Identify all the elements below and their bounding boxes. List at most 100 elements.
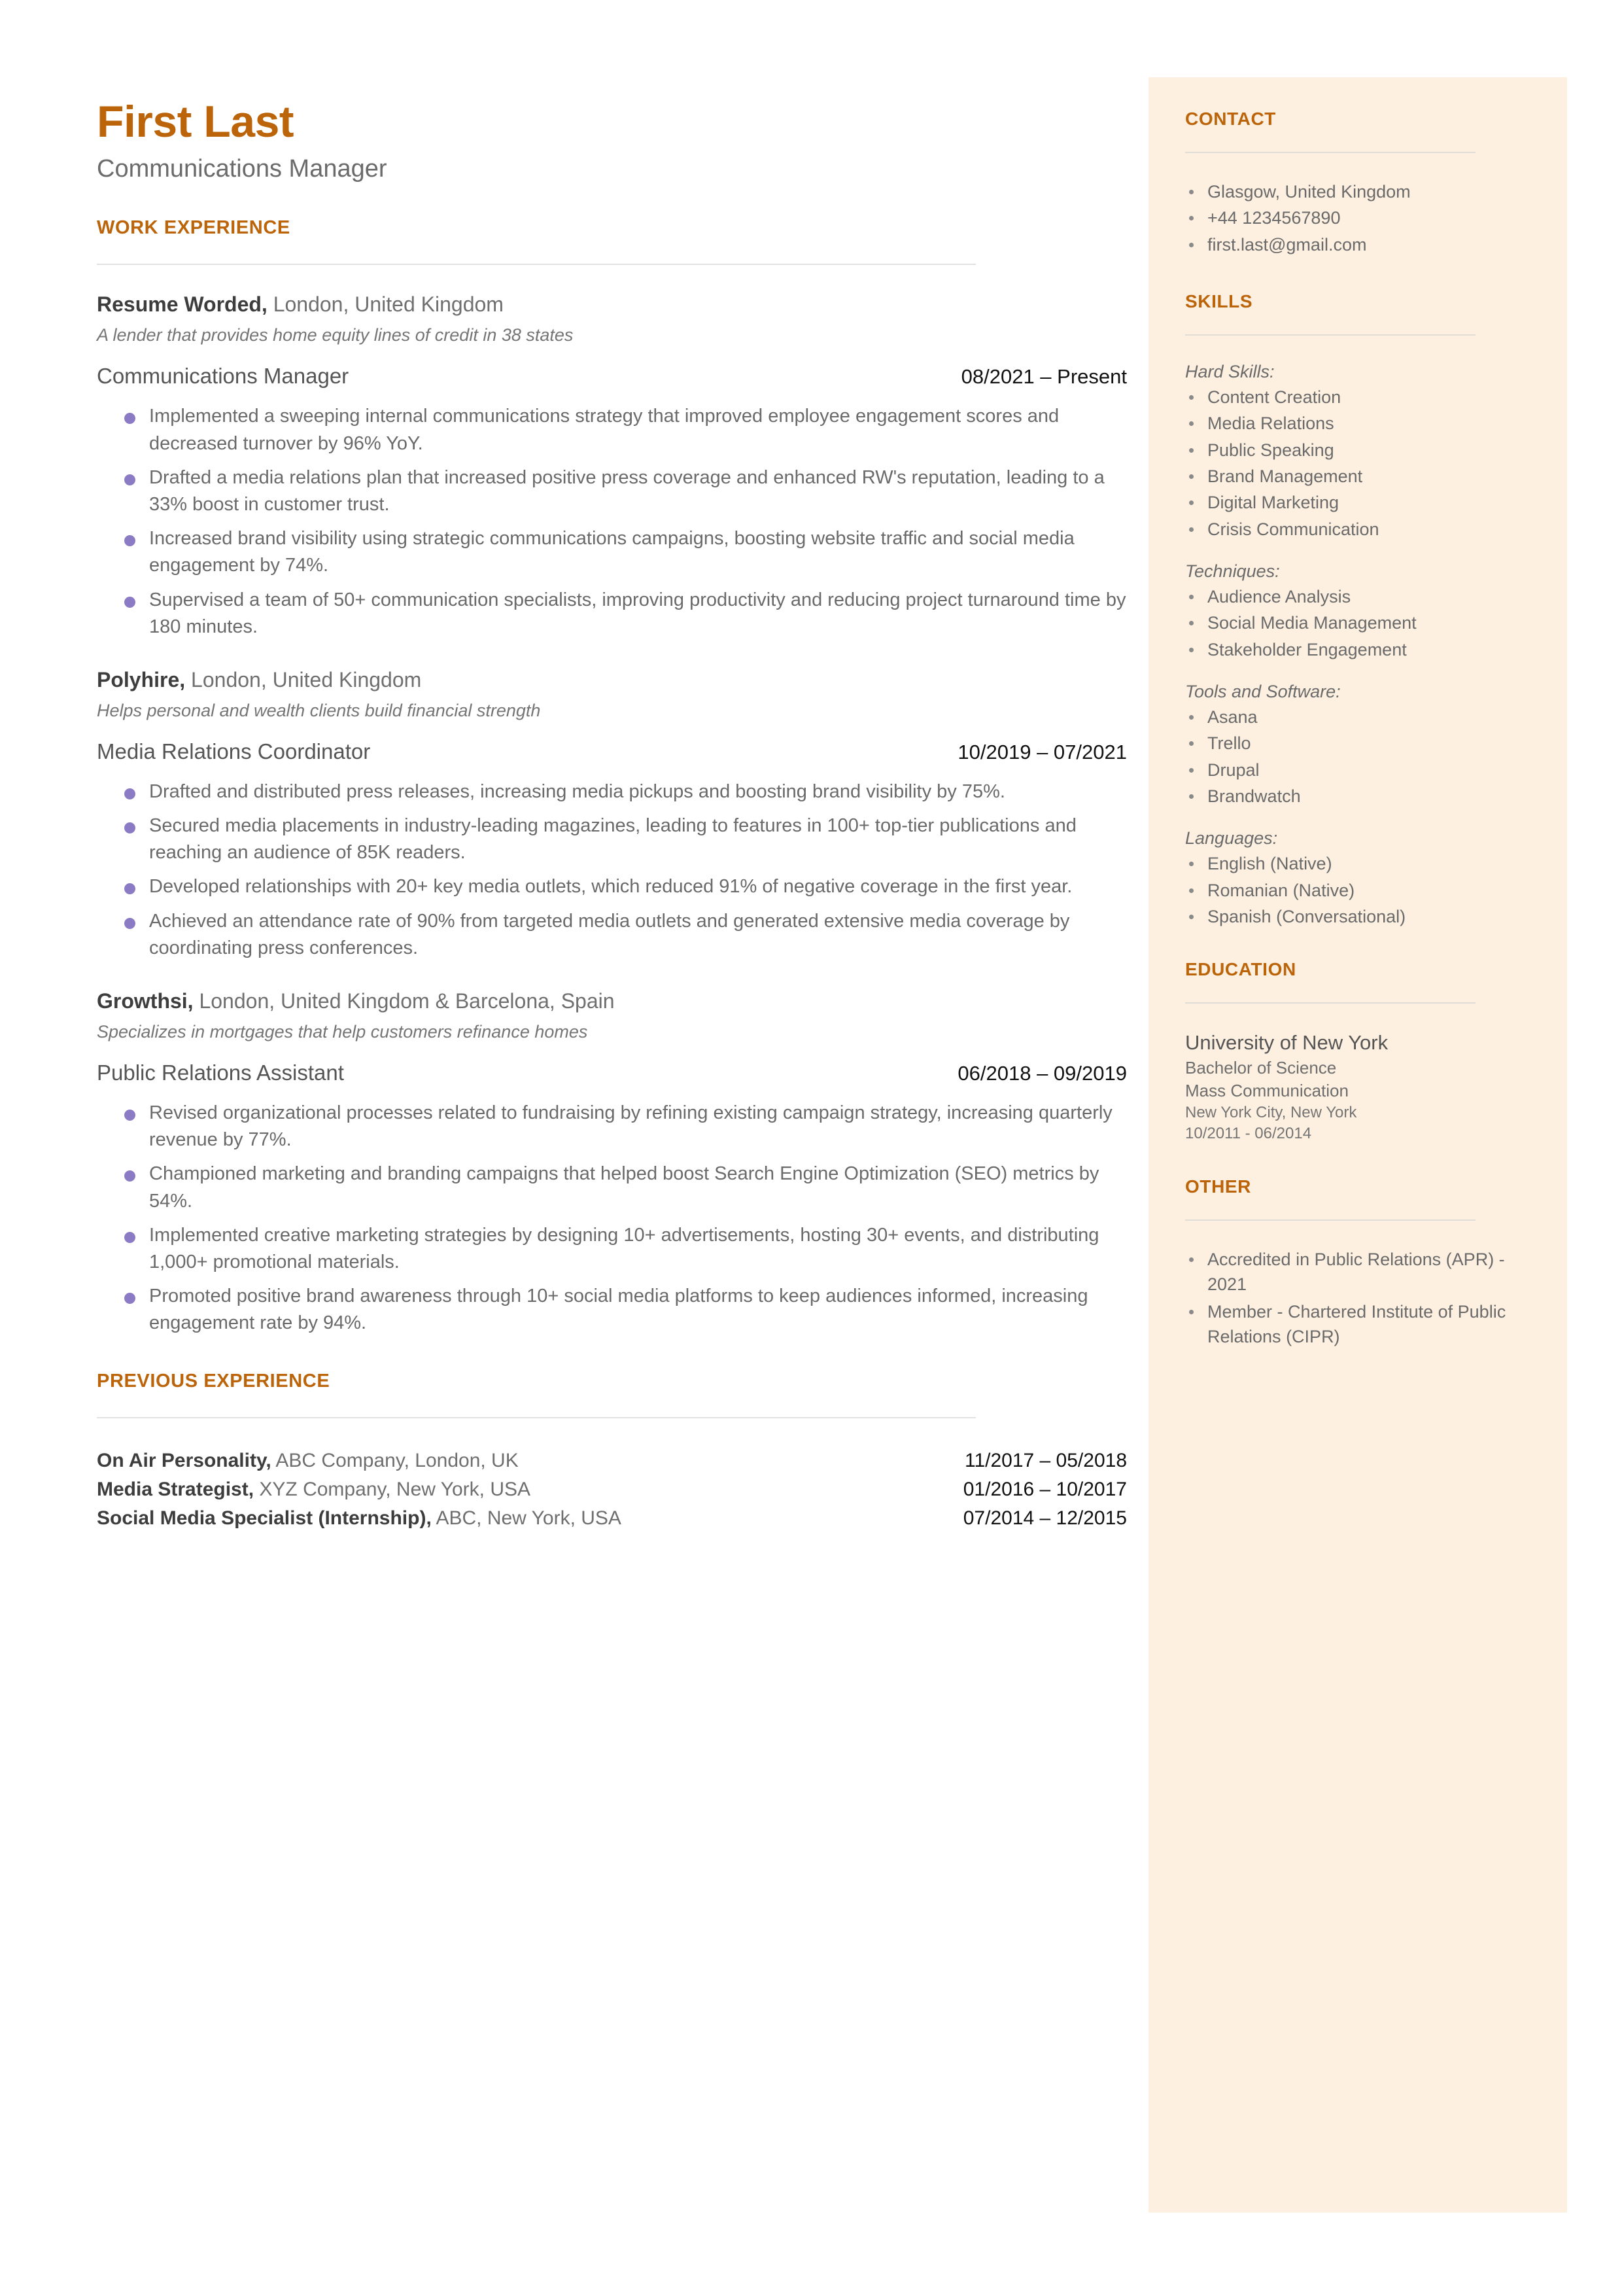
previous-experience-divider	[97, 1417, 976, 1419]
previous-experience-role-line: On Air Personality, ABC Company, London,…	[97, 1450, 519, 1472]
skill-group-techniques: Techniques: Audience Analysis Social Med…	[1185, 561, 1530, 662]
experience-bullet: Increased brand visibility using strateg…	[97, 525, 1127, 579]
skill-item: English (Native)	[1185, 851, 1530, 876]
skill-item: Drupal	[1185, 758, 1530, 782]
experience-role: Communications Manager	[97, 364, 349, 389]
other-items: Accredited in Public Relations (APR) - 2…	[1185, 1247, 1530, 1350]
experience-location: London, United Kingdom	[185, 667, 422, 692]
experience-location: London, United Kingdom & Barcelona, Spai…	[193, 989, 615, 1013]
skill-group-label: Techniques:	[1185, 561, 1280, 581]
previous-experience-role-line: Social Media Specialist (Internship), AB…	[97, 1507, 621, 1530]
skill-item: Social Media Management	[1185, 610, 1530, 635]
experience-company: Polyhire,	[97, 667, 186, 692]
sidebar-section-skills-heading: SKILLS	[1185, 290, 1253, 311]
contact-item-location: Glasgow, United Kingdom	[1185, 179, 1530, 204]
experience-dates: 06/2018 – 09/2019	[958, 1061, 1127, 1085]
skill-items: Asana Trello Drupal Brandwatch	[1185, 705, 1530, 809]
skill-group-tools-and-software: Tools and Software: Asana Trello Drupal …	[1185, 682, 1530, 809]
skill-item: Content Creation	[1185, 385, 1530, 410]
experience-bullet: Championed marketing and branding campai…	[97, 1161, 1127, 1214]
skill-group-hard-skills: Hard Skills: Content Creation Media Rela…	[1185, 362, 1530, 542]
experience-company: Growthsi,	[97, 989, 194, 1013]
experience-role: Media Relations Coordinator	[97, 739, 371, 763]
experience-bullets: Drafted and distributed press releases, …	[97, 779, 1127, 962]
experience-bullet: Implemented a sweeping internal communic…	[97, 403, 1127, 457]
previous-experience-detail: ABC Company, London, UK	[271, 1450, 519, 1472]
skill-group-label: Hard Skills:	[1185, 361, 1275, 381]
resume-page: CONTACT Glasgow, United Kingdom +44 1234…	[0, 0, 1624, 2295]
sidebar-section-other-heading: OTHER	[1185, 1176, 1251, 1197]
previous-experience-row: Social Media Specialist (Internship), AB…	[97, 1507, 1127, 1530]
previous-experience-role: On Air Personality,	[97, 1450, 271, 1472]
experience-dates: 10/2019 – 07/2021	[958, 740, 1127, 763]
skill-item: Stakeholder Engagement	[1185, 637, 1530, 662]
skills-divider	[1185, 334, 1476, 336]
experience-location: London, United Kingdom	[267, 292, 504, 317]
skill-item: Asana	[1185, 705, 1530, 729]
education-divider	[1185, 1002, 1476, 1004]
previous-experience-row: Media Strategist, XYZ Company, New York,…	[97, 1479, 1127, 1501]
experience-role-row: Media Relations Coordinator 10/2019 – 07…	[97, 739, 1127, 764]
previous-experience-role: Social Media Specialist (Internship),	[97, 1507, 432, 1530]
contact-list: Glasgow, United Kingdom +44 1234567890 f…	[1185, 179, 1530, 257]
contact-item-phone: +44 1234567890	[1185, 205, 1530, 230]
experience-company-description: Helps personal and wealth clients build …	[97, 700, 541, 720]
other-list: Accredited in Public Relations (APR) - 2…	[1185, 1247, 1530, 1350]
previous-experience-list: On Air Personality, ABC Company, London,…	[97, 1450, 1127, 1530]
sidebar-section-education-heading: EDUCATION	[1185, 959, 1296, 980]
experience-bullet: Supervised a team of 50+ communication s…	[97, 587, 1127, 640]
previous-experience-role: Media Strategist,	[97, 1479, 254, 1501]
skill-items: English (Native) Romanian (Native) Spani…	[1185, 851, 1530, 929]
experience-entry: Growthsi, London, United Kingdom & Barce…	[97, 988, 1127, 1337]
contact-divider	[1185, 152, 1476, 153]
skill-item: Brand Management	[1185, 464, 1530, 489]
other-divider	[1185, 1219, 1476, 1221]
header-subtitle: Communications Manager	[97, 155, 387, 183]
section-work-experience-heading: WORK EXPERIENCE	[97, 217, 290, 239]
sidebar: CONTACT Glasgow, United Kingdom +44 1234…	[1149, 77, 1567, 2213]
contact-item-email: first.last@gmail.com	[1185, 232, 1530, 257]
main-content: First Last Communications Manager WORK E…	[97, 97, 1127, 1536]
experience-bullet: Developed relationships with 20+ key med…	[97, 873, 1127, 900]
sidebar-section-contact-heading: CONTACT	[1185, 109, 1276, 129]
previous-experience-row: On Air Personality, ABC Company, London,…	[97, 1450, 1127, 1472]
experience-bullet: Promoted positive brand awareness throug…	[97, 1283, 1127, 1337]
section-previous-experience-heading: PREVIOUS EXPERIENCE	[97, 1371, 330, 1392]
previous-experience-dates: 01/2016 – 10/2017	[963, 1479, 1127, 1501]
skill-item: Digital Marketing	[1185, 490, 1530, 515]
skill-item: Romanian (Native)	[1185, 878, 1530, 903]
previous-experience-dates: 11/2017 – 05/2018	[964, 1450, 1127, 1472]
experience-bullets: Revised organizational processes related…	[97, 1100, 1127, 1337]
previous-experience-dates: 07/2014 – 12/2015	[963, 1507, 1127, 1530]
education-degree: Bachelor of Science	[1185, 1057, 1337, 1077]
education-school: University of New York	[1185, 1031, 1389, 1055]
skill-items: Content Creation Media Relations Public …	[1185, 385, 1530, 542]
previous-experience-role-line: Media Strategist, XYZ Company, New York,…	[97, 1479, 530, 1501]
education-location: New York City, New York	[1185, 1103, 1357, 1121]
skills-list: Hard Skills: Content Creation Media Rela…	[1185, 362, 1530, 929]
skill-item: Crisis Communication	[1185, 517, 1530, 542]
experience-role: Public Relations Assistant	[97, 1060, 344, 1085]
education-entry: University of New York Bachelor of Scien…	[1185, 1030, 1530, 1144]
skill-item: Spanish (Conversational)	[1185, 904, 1530, 929]
experience-company: Resume Worded,	[97, 292, 268, 317]
other-item: Member - Chartered Institute of Public R…	[1185, 1299, 1530, 1350]
experience-company-line: Resume Worded, London, United Kingdom	[97, 291, 1127, 318]
skill-group-languages: Languages: English (Native) Romanian (Na…	[1185, 828, 1530, 929]
experience-company-description: A lender that provides home equity lines…	[97, 325, 574, 345]
experience-bullet: Drafted a media relations plan that incr…	[97, 464, 1127, 518]
experience-bullet: Drafted and distributed press releases, …	[97, 779, 1127, 805]
skill-items: Audience Analysis Social Media Managemen…	[1185, 584, 1530, 662]
experience-entry: Resume Worded, London, United Kingdom A …	[97, 291, 1127, 640]
previous-experience-detail: ABC, New York, USA	[431, 1507, 621, 1530]
contact-items: Glasgow, United Kingdom +44 1234567890 f…	[1185, 179, 1530, 257]
skill-item: Audience Analysis	[1185, 584, 1530, 609]
experience-company-line: Growthsi, London, United Kingdom & Barce…	[97, 988, 1127, 1015]
experience-role-row: Communications Manager 08/2021 – Present	[97, 364, 1127, 389]
experience-entry: Polyhire, London, United Kingdom Helps p…	[97, 667, 1127, 962]
skill-group-label: Languages:	[1185, 828, 1278, 849]
experience-bullet: Implemented creative marketing strategie…	[97, 1222, 1127, 1276]
skill-item: Trello	[1185, 731, 1530, 756]
work-experience-divider	[97, 264, 976, 266]
experience-bullet: Revised organizational processes related…	[97, 1100, 1127, 1153]
